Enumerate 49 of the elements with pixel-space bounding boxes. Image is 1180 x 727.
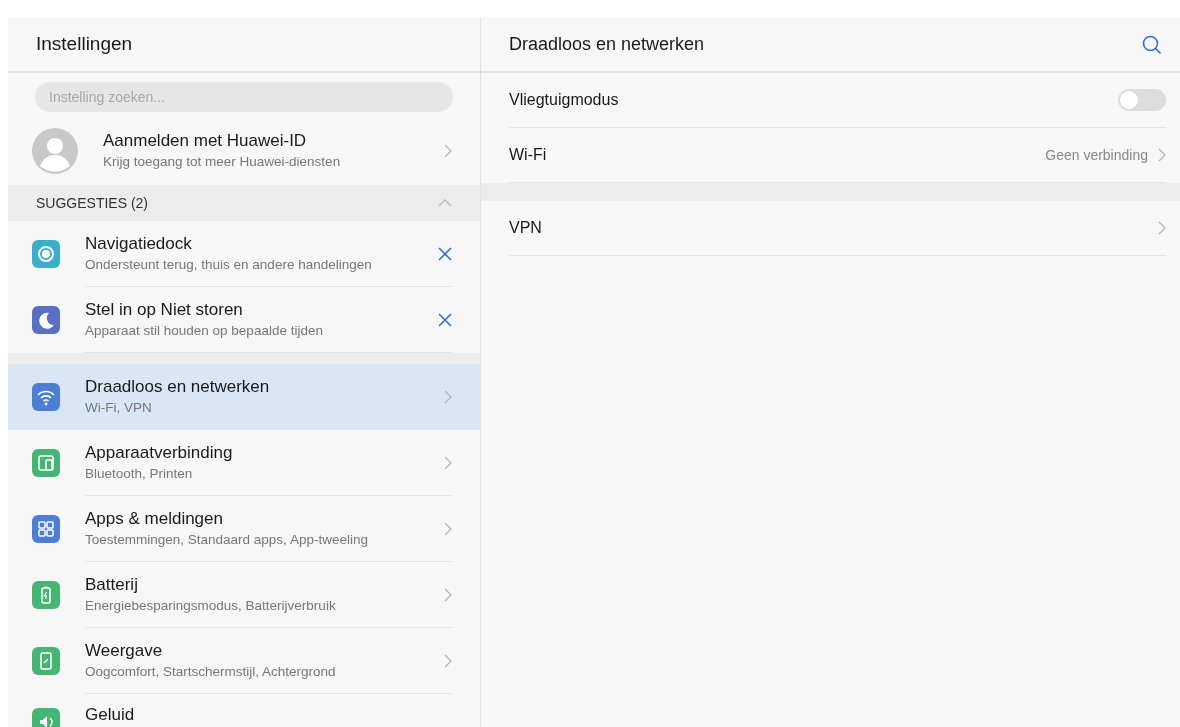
item-subtitle: Bluetooth, Printen [85,464,194,483]
account-subtitle: Krijg toegang tot meer Huawei-diensten [103,153,342,171]
chevron-icon [444,455,452,470]
item-title: Draadloos en netwerken [85,376,271,398]
row-value: Geen verbinding [1045,145,1148,165]
row-label: VPN [509,218,543,238]
close-icon[interactable] [438,246,452,261]
chevron-icon [444,144,452,158]
settings-item[interactable]: Apparaatverbinding Bluetooth, Printen [8,430,480,496]
item-title: Geluid [85,704,136,726]
settings-item[interactable]: Geluid [8,694,480,727]
account-row[interactable]: Aanmelden met Huawei-ID Krijg toegang tot meer Huawei-diensten [8,117,480,185]
settings-item[interactable]: Batterij Energiebesparingsmodus, Batterijverbruik [8,562,480,628]
row-label: Vliegtuigmodus [509,90,620,110]
search-icon[interactable] [1142,34,1162,55]
section-header[interactable]: SUGGESTIES (2) [8,185,480,221]
panel-title: Draadloos en netwerken [509,33,705,56]
toggle-switch[interactable] [1118,89,1166,111]
settings-row[interactable]: Vliegtuigmodus [509,73,1166,128]
settings-item[interactable]: Draadloos en netwerken Wi-Fi, VPN [8,364,480,430]
settings-item[interactable]: Weergave Oogcomfort, Startschermstijl, Achtergrond [8,628,480,694]
avatar-icon [32,128,78,174]
settings-item[interactable]: Navigatiedock Ondersteunt terug, thuis en andere handelingen [8,221,480,287]
panel-title: Instellingen [36,32,133,57]
item-title: Weergave [85,639,164,662]
item-title: Navigatiedock [85,232,193,255]
chevron-icon [1158,221,1166,235]
settings-item[interactable]: Apps & meldingen Toestemmingen, Standaard apps, App-tweeling [8,496,480,562]
item-subtitle: Oogcomfort, Startschermstijl, Achtergrond [85,662,337,681]
item-subtitle: Wi-Fi, VPN [85,399,153,417]
search-field[interactable]: Instelling zoeken... [35,82,453,112]
settings-row[interactable]: VPN [509,201,1166,256]
chevron-icon [1158,148,1166,162]
item-subtitle: Energiebesparingsmodus, Batterijverbruik [85,596,337,615]
row-label: Wi-Fi [509,145,548,165]
chevron-icon [444,521,452,536]
chevron-icon [444,587,452,602]
item-subtitle: Apparaat stil houden op bepaalde tijden [85,321,324,340]
chevron-icon [444,653,452,668]
section-title: SUGGESTIES (2) [36,193,149,213]
item-title: Batterij [85,573,139,596]
account-title: Aanmelden met Huawei-ID [103,130,308,152]
chevron-icon [444,390,452,404]
close-icon[interactable] [438,312,452,327]
item-subtitle: Toestemmingen, Standaard apps, App-tweeling [85,530,369,549]
item-subtitle: Ondersteunt terug, thuis en andere handelingen [85,255,373,274]
item-title: Apps & meldingen [85,507,224,530]
item-title: Apparaatverbinding [85,441,234,464]
item-title: Stel in op Niet storen [85,298,244,321]
